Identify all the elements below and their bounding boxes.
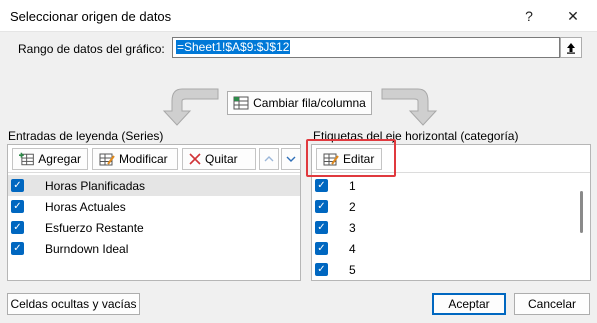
category-row[interactable]: ✓ 2: [312, 196, 590, 217]
add-series-label: Agregar: [38, 152, 81, 166]
series-row[interactable]: ✓ Burndown Ideal: [8, 238, 300, 259]
category-label: 2: [349, 199, 356, 214]
close-icon[interactable]: ✕: [551, 0, 595, 32]
checkbox-checked-icon[interactable]: ✓: [315, 263, 328, 276]
arrow-left-icon: [162, 88, 219, 126]
category-row[interactable]: ✓ 5: [312, 259, 590, 280]
category-row[interactable]: ✓ 4: [312, 238, 590, 259]
hidden-empty-cells-button[interactable]: Celdas ocultas y vacías: [7, 293, 140, 315]
remove-series-label: Quitar: [205, 152, 238, 166]
series-list: ✓ Horas Planificadas ✓ Horas Actuales ✓ …: [8, 175, 300, 259]
checkbox-checked-icon[interactable]: ✓: [11, 200, 24, 213]
range-input[interactable]: =Sheet1!$A$9:$J$12: [172, 37, 560, 58]
checkbox-checked-icon[interactable]: ✓: [315, 221, 328, 234]
remove-icon: [189, 153, 201, 165]
switch-row-column-icon: [233, 96, 249, 110]
category-row[interactable]: ✓ 3: [312, 217, 590, 238]
add-series-icon: [19, 152, 34, 166]
cancel-button[interactable]: Cancelar: [514, 293, 590, 315]
category-label: 1: [349, 178, 356, 193]
ok-button[interactable]: Aceptar: [432, 293, 506, 315]
edit-series-icon: [99, 153, 115, 166]
series-label: Esfuerzo Restante: [45, 220, 144, 235]
category-label: 5: [349, 262, 356, 277]
checkbox-checked-icon[interactable]: ✓: [315, 200, 328, 213]
legend-heading: Entradas de leyenda (Series): [8, 129, 164, 143]
highlight-annotation: [306, 139, 396, 177]
legend-toolbar: Agregar Modificar Quitar: [8, 145, 301, 173]
checkbox-checked-icon[interactable]: ✓: [11, 242, 24, 255]
category-list: ✓ 1 ✓ 2 ✓ 3 ✓ 4 ✓ 5: [312, 175, 590, 280]
add-series-button[interactable]: Agregar: [12, 148, 88, 170]
ok-label: Aceptar: [448, 297, 490, 311]
checkbox-checked-icon[interactable]: ✓: [11, 221, 24, 234]
series-row[interactable]: ✓ Horas Planificadas: [8, 175, 300, 196]
category-row[interactable]: ✓ 1: [312, 175, 590, 196]
arrow-right-icon: [381, 88, 438, 126]
switch-row-column-button[interactable]: Cambiar fila/columna: [227, 91, 372, 115]
checkbox-checked-icon[interactable]: ✓: [315, 179, 328, 192]
help-icon[interactable]: ?: [507, 0, 551, 32]
range-label: Rango de datos del gráfico:: [18, 42, 165, 56]
series-row[interactable]: ✓ Horas Actuales: [8, 196, 300, 217]
move-down-button[interactable]: [281, 148, 301, 170]
edit-series-label: Modificar: [119, 152, 168, 166]
checkbox-checked-icon[interactable]: ✓: [11, 179, 24, 192]
series-label: Burndown Ideal: [45, 241, 129, 256]
category-label: 4: [349, 241, 356, 256]
move-up-icon: [264, 156, 274, 162]
range-value: =Sheet1!$A$9:$J$12: [176, 40, 291, 54]
remove-series-button[interactable]: Quitar: [182, 148, 256, 170]
move-down-icon: [286, 156, 296, 162]
cancel-label: Cancelar: [527, 297, 577, 311]
series-label: Horas Actuales: [45, 199, 126, 214]
dialog-title: Seleccionar origen de datos: [10, 9, 172, 24]
axis-scrollbar[interactable]: [576, 175, 588, 278]
move-up-button[interactable]: [259, 148, 279, 170]
checkbox-checked-icon[interactable]: ✓: [315, 242, 328, 255]
hidden-empty-cells-label: Celdas ocultas y vacías: [10, 297, 137, 311]
edit-series-button[interactable]: Modificar: [92, 148, 178, 170]
collapse-dialog-button[interactable]: [560, 37, 582, 58]
scrollbar-thumb[interactable]: [580, 191, 583, 233]
collapse-dialog-icon: [567, 42, 575, 54]
series-label: Horas Planificadas: [45, 178, 146, 193]
series-row[interactable]: ✓ Esfuerzo Restante: [8, 217, 300, 238]
category-label: 3: [349, 220, 356, 235]
title-bar: Seleccionar origen de datos ? ✕: [0, 0, 597, 32]
switch-row-column-label: Cambiar fila/columna: [253, 96, 366, 110]
legend-panel: Agregar Modificar Quitar ✓ Horas Planifi…: [7, 144, 301, 281]
